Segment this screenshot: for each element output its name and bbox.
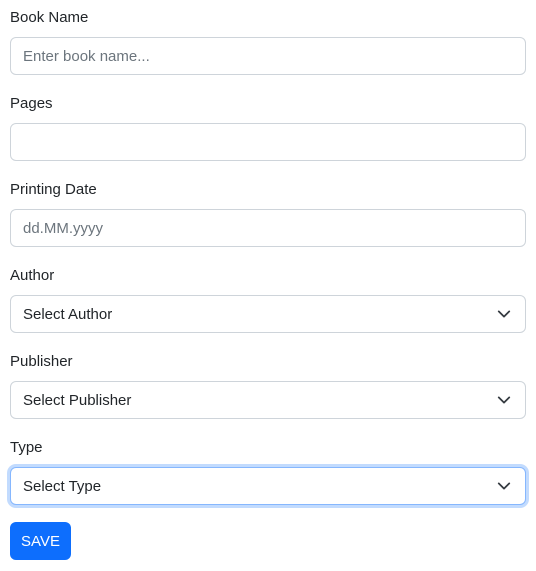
publisher-group: Publisher Select Publisher	[10, 352, 526, 419]
publisher-label: Publisher	[10, 353, 73, 370]
save-button[interactable]: SAVE	[10, 522, 71, 560]
book-form: Book Name Pages Printing Date Author Sel…	[0, 0, 536, 571]
pages-label: Pages	[10, 95, 53, 112]
publisher-select-value: Select Publisher	[23, 391, 132, 409]
chevron-down-icon	[497, 307, 511, 321]
author-select[interactable]: Select Author	[10, 295, 526, 333]
publisher-select[interactable]: Select Publisher	[10, 381, 526, 419]
book-name-group: Book Name	[10, 8, 526, 75]
author-select-value: Select Author	[23, 305, 113, 323]
book-name-label: Book Name	[10, 9, 89, 26]
type-label: Type	[10, 439, 43, 456]
chevron-down-icon	[497, 479, 511, 493]
pages-group: Pages	[10, 94, 526, 161]
pages-input[interactable]	[10, 123, 526, 161]
printing-date-group: Printing Date	[10, 180, 526, 247]
author-group: Author Select Author	[10, 266, 526, 333]
book-name-input[interactable]	[10, 37, 526, 75]
type-group: Type Select Type	[10, 438, 526, 505]
author-label: Author	[10, 267, 55, 284]
chevron-down-icon	[497, 393, 511, 407]
type-select[interactable]: Select Type	[10, 467, 526, 505]
printing-date-input[interactable]	[10, 209, 526, 247]
type-select-value: Select Type	[23, 477, 102, 495]
printing-date-label: Printing Date	[10, 181, 97, 198]
